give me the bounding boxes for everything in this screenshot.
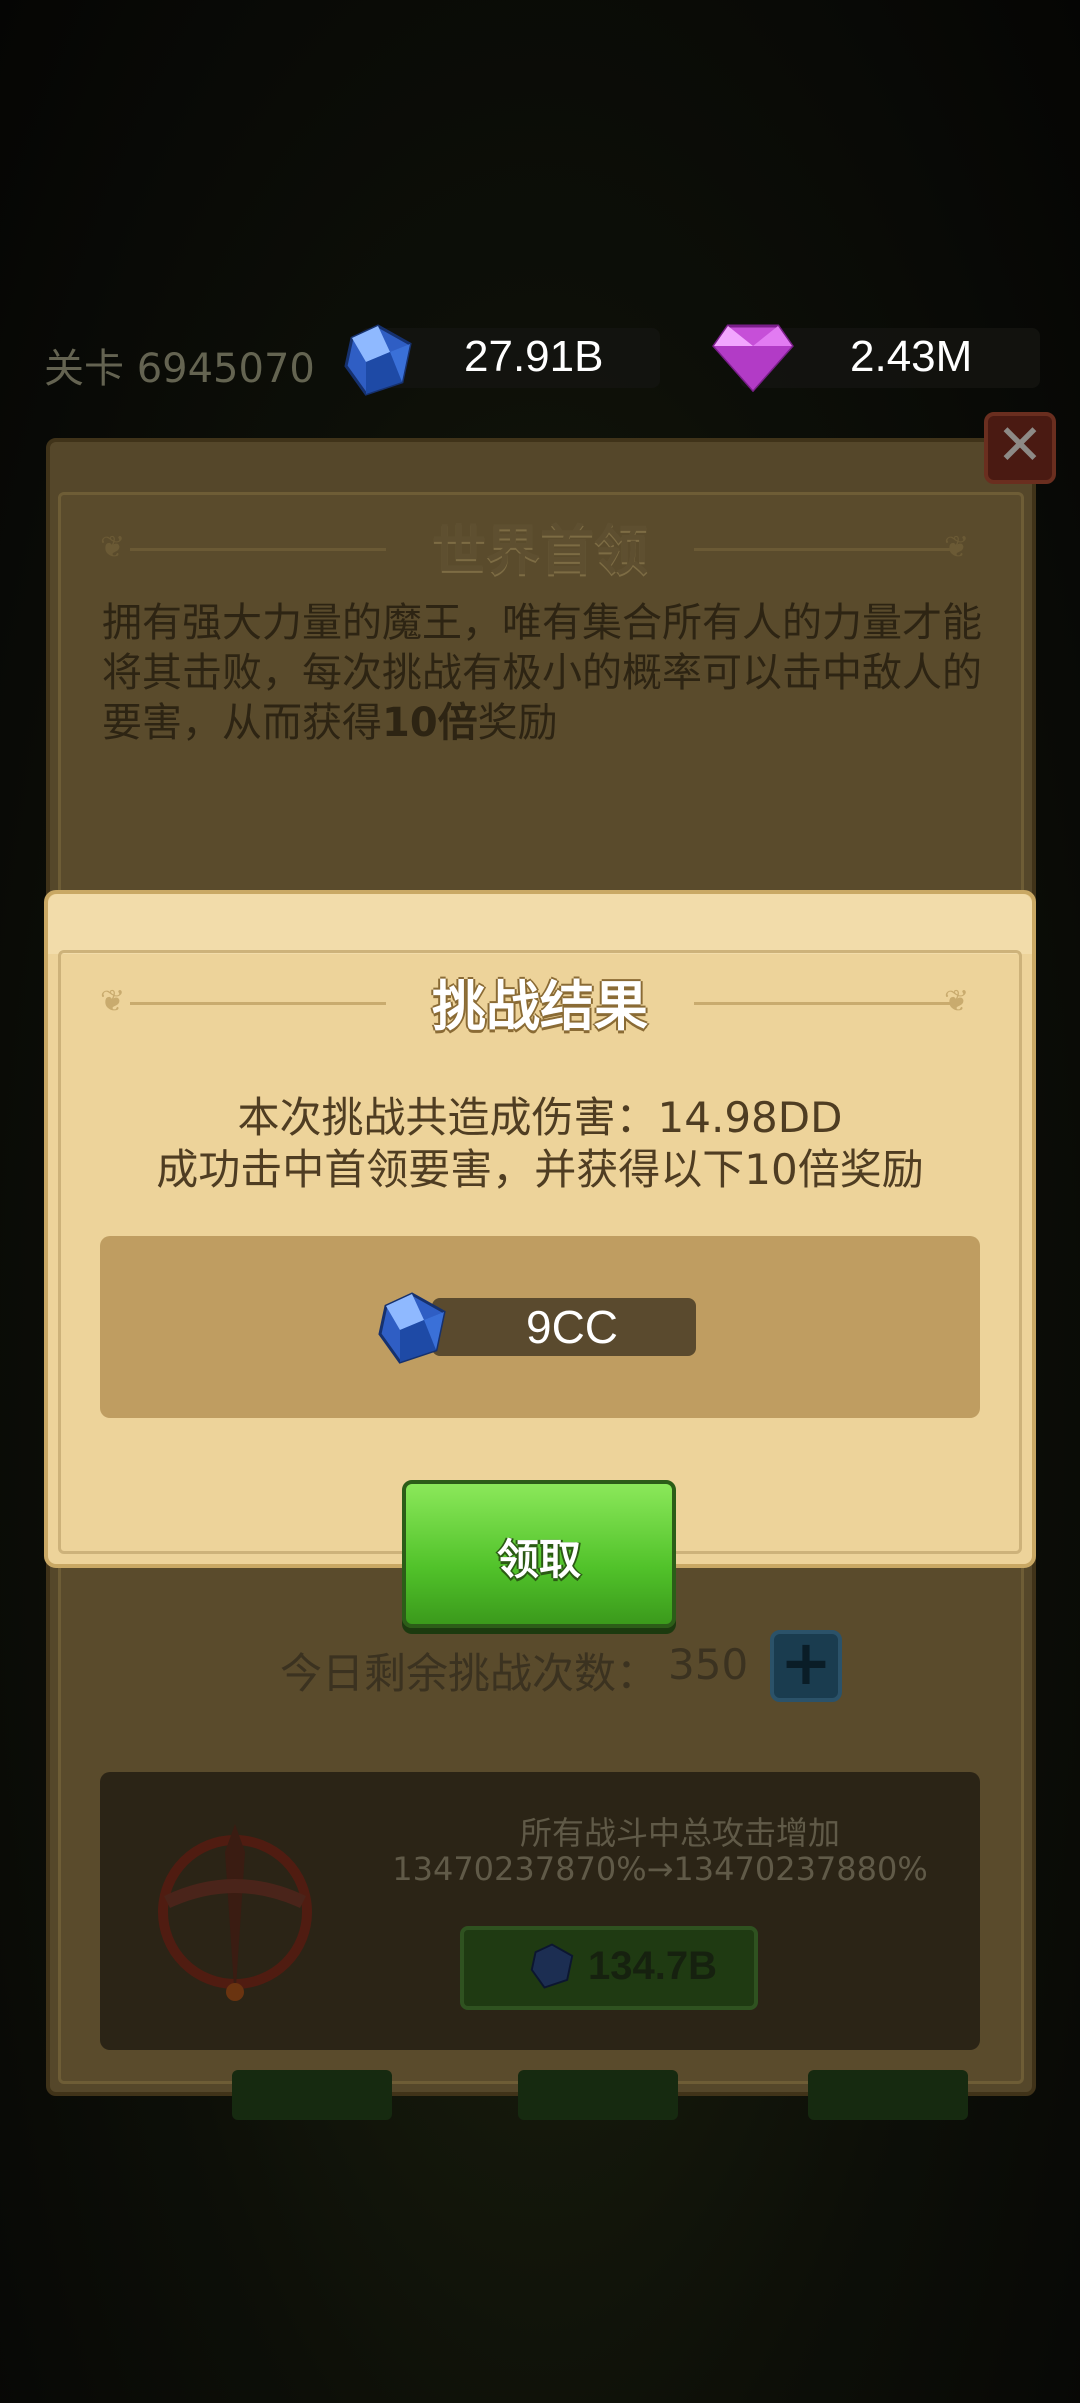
bottom-tab-3[interactable] bbox=[808, 2070, 968, 2120]
sapphire-icon bbox=[530, 1943, 574, 1989]
bottom-tab-2[interactable] bbox=[518, 2070, 678, 2120]
upgrade-values: 13470237870%→13470237880% bbox=[392, 1850, 928, 1888]
panel-description: 拥有强大力量的魔王，唯有集合所有人的力量才能将其击败，每次挑战有极小的概率可以击… bbox=[102, 598, 982, 748]
description-end: 奖励 bbox=[477, 700, 558, 746]
diamond-icon bbox=[712, 324, 794, 392]
remaining-attempts-count: 350 bbox=[668, 1640, 749, 1689]
sapphire-value: 27.91B bbox=[464, 332, 604, 381]
add-attempts-button[interactable]: + bbox=[770, 1630, 842, 1702]
modal-title: 挑战结果 bbox=[432, 975, 648, 1038]
upgrade-cost: 134.7B bbox=[588, 1944, 717, 1988]
modal-header-strip bbox=[48, 894, 1032, 954]
upgrade-description: 所有战斗中总攻击增加 bbox=[519, 1814, 840, 1852]
sapphire-icon bbox=[344, 324, 412, 396]
panel-title: 世界首领 bbox=[432, 519, 648, 582]
bottom-tab-1[interactable] bbox=[232, 2070, 392, 2120]
close-button[interactable]: ✕ bbox=[984, 412, 1056, 484]
crossbow-icon bbox=[158, 1824, 312, 2002]
close-icon: ✕ bbox=[996, 413, 1044, 478]
reward-value: 9CC bbox=[525, 1301, 619, 1353]
description-highlight: 10倍 bbox=[382, 700, 478, 746]
plus-icon: + bbox=[780, 1626, 832, 1699]
reward-description: 成功击中首领要害，并获得以下10倍奖励 bbox=[156, 1145, 924, 1194]
claim-button-label: 领取 bbox=[496, 1535, 581, 1584]
diamond-value: 2.43M bbox=[850, 332, 973, 381]
remaining-attempts-label: 今日剩余挑战次数： bbox=[280, 1649, 659, 1698]
level-label: 关卡 6945070 bbox=[44, 346, 315, 392]
game-screen: 关卡 6945070 27.91B 2.43M ❦ ❦ 世界首领 拥有强大力量的… bbox=[0, 0, 1080, 2403]
